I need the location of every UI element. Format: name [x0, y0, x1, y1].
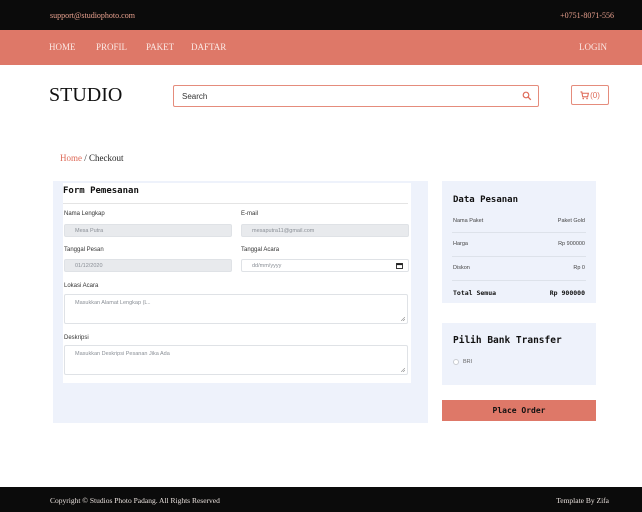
- support-phone: +0751-8071-556: [560, 11, 614, 20]
- nav-paket[interactable]: PAKET: [146, 42, 174, 52]
- cart-count: (0): [590, 90, 600, 100]
- order-row-value: Paket Gold: [557, 218, 585, 224]
- lokasi-placeholder: Masukkan Alamat Lengkap (L..: [75, 300, 151, 306]
- order-row-divider: [452, 256, 586, 257]
- nama-field[interactable]: Mesa Putra: [64, 224, 232, 237]
- breadcrumb-home[interactable]: Home: [60, 153, 82, 163]
- breadcrumb-separator: /: [82, 153, 90, 163]
- breadcrumb-current: Checkout: [89, 153, 124, 163]
- order-total-value: Rp 900000: [549, 289, 585, 297]
- email-field[interactable]: mesaputra11@gmail.com: [241, 224, 409, 237]
- page-footer: Copyright © Studios Photo Padang. All Ri…: [0, 487, 642, 512]
- nama-label: Nama Lengkap: [64, 211, 105, 217]
- deskripsi-placeholder: Masukkan Deskripsi Pesanan Jika Ada: [75, 351, 170, 357]
- resize-handle-icon[interactable]: [401, 317, 405, 321]
- order-row-value: Rp 0: [573, 265, 585, 271]
- resize-handle-icon[interactable]: [401, 368, 405, 372]
- calendar-icon[interactable]: [396, 263, 403, 269]
- place-order-button[interactable]: Place Order: [442, 400, 596, 421]
- lokasi-label: Lokasi Acara: [64, 283, 99, 289]
- nav-home[interactable]: HOME: [49, 42, 76, 52]
- bank-option-bri[interactable]: BRI: [453, 359, 472, 365]
- tanggal-acara-placeholder: dd/mm/yyyy: [252, 262, 282, 269]
- bank-transfer-title: Pilih Bank Transfer: [453, 335, 562, 346]
- nav-login[interactable]: LOGIN: [579, 42, 607, 52]
- cart-button[interactable]: (0): [571, 85, 609, 105]
- order-row-value: Rp 900000: [558, 241, 585, 247]
- lokasi-textarea[interactable]: Masukkan Alamat Lengkap (L..: [64, 294, 408, 324]
- tanggal-pesan-label: Tanggal Pesan: [64, 247, 104, 253]
- main-navbar: HOME PROFIL PAKET DAFTAR LOGIN: [0, 30, 642, 65]
- top-contact-bar: support@studiophoto.com +0751-8071-556: [0, 0, 642, 30]
- form-divider: [63, 203, 408, 204]
- tanggal-pesan-field[interactable]: 01/12/2020: [64, 259, 232, 272]
- search-box: [173, 85, 539, 107]
- nav-profil[interactable]: PROFIL: [96, 42, 127, 52]
- deskripsi-label: Deskripsi: [64, 335, 89, 341]
- support-email[interactable]: support@studiophoto.com: [50, 11, 135, 20]
- email-label: E-mail: [241, 211, 259, 217]
- order-row-divider: [452, 280, 586, 281]
- cart-icon: [580, 90, 590, 99]
- form-title: Form Pemesanan: [63, 186, 139, 196]
- search-icon[interactable]: [522, 91, 532, 101]
- order-row-label: Harga: [453, 241, 468, 247]
- footer-copyright: Copyright © Studios Photo Padang. All Ri…: [50, 496, 220, 505]
- brand-logo[interactable]: STUDIO: [49, 84, 122, 107]
- order-summary-title: Data Pesanan: [453, 195, 519, 205]
- order-total-label: Total Semua: [453, 289, 497, 297]
- order-row-label: Nama Paket: [453, 218, 484, 224]
- order-row-divider: [452, 232, 586, 233]
- order-row-label: Diskon: [453, 265, 470, 271]
- tanggal-acara-label: Tanggal Acara: [241, 247, 280, 253]
- deskripsi-textarea[interactable]: Masukkan Deskripsi Pesanan Jika Ada: [64, 345, 408, 375]
- bank-radio[interactable]: [453, 359, 459, 365]
- search-input[interactable]: [182, 86, 502, 106]
- bank-option-label: BRI: [463, 359, 473, 365]
- tanggal-acara-field[interactable]: dd/mm/yyyy: [241, 259, 409, 272]
- footer-credit: Template By Zifa: [556, 496, 609, 505]
- bank-transfer-panel: [442, 323, 596, 385]
- nav-daftar[interactable]: DAFTAR: [191, 42, 226, 52]
- breadcrumb: Home / Checkout: [60, 153, 124, 163]
